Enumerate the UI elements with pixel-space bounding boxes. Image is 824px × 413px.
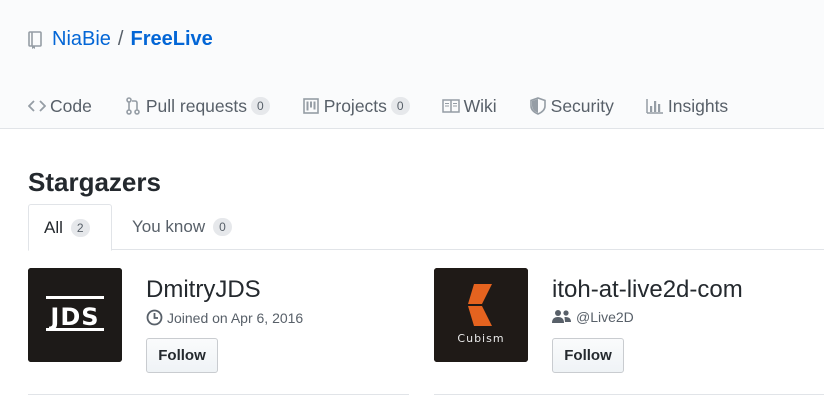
repo-header: NiaBie / FreeLive Code Pull requests 0 P… [0, 0, 824, 129]
avatar[interactable]: Cubism [434, 268, 528, 362]
repo-title: NiaBie / FreeLive [28, 28, 213, 51]
pull-request-icon [124, 97, 142, 115]
nav-tab-label: Insights [667, 95, 729, 116]
nav-tab-label: Projects [323, 95, 387, 116]
nav-tab-pull-requests[interactable]: Pull requests 0 [124, 96, 270, 117]
repo-nav: Code Pull requests 0 Projects 0 Wiki Sec… [28, 92, 760, 120]
joined-date-text: Joined on Apr 6, 2016 [167, 309, 304, 326]
nav-tab-insights[interactable]: Insights [646, 96, 728, 117]
page-title: Stargazers [28, 167, 161, 197]
tab-label: All [44, 217, 63, 237]
user-meta: Joined on Apr 6, 2016 [146, 309, 303, 326]
pull-requests-counter: 0 [251, 97, 270, 115]
user-name-link[interactable]: DmitryJDS [146, 276, 261, 304]
organization-text: @Live2D [576, 309, 634, 325]
nav-tab-wiki[interactable]: Wiki [441, 95, 497, 117]
nav-tab-code[interactable]: Code [28, 96, 92, 117]
clock-icon [146, 309, 163, 326]
graph-icon [646, 97, 664, 115]
stargazer-card: JDS DmitryJDS Joined on Apr 6, 2016 Foll… [28, 268, 409, 395]
tab-you-know[interactable]: You know 0 [132, 204, 232, 250]
repo-icon [28, 29, 44, 51]
nav-tab-label: Pull requests [145, 95, 248, 116]
avatar-logo-text: Cubism [457, 332, 504, 345]
projects-counter: 0 [390, 97, 410, 115]
nav-tab-label: Security [550, 95, 614, 116]
code-icon [28, 97, 46, 115]
user-meta: @Live2D [552, 309, 634, 325]
project-icon [302, 97, 320, 115]
nav-tab-security[interactable]: Security [529, 96, 614, 117]
user-name-link[interactable]: itoh-at-live2d-com [552, 276, 743, 304]
tab-you-know-counter: 0 [213, 218, 232, 236]
nav-tab-label: Code [50, 95, 92, 116]
nav-tab-label: Wiki [463, 95, 497, 116]
stargazer-card: Cubism itoh-at-live2d-com @Live2D Follow [434, 268, 824, 395]
book-icon [441, 97, 460, 115]
nav-tab-projects[interactable]: Projects 0 [302, 96, 410, 117]
organization-icon [552, 309, 572, 325]
avatar-logo-text: JDS [48, 303, 99, 331]
shield-icon [529, 97, 547, 115]
tab-label: You know [132, 217, 206, 236]
repo-path-separator: / [117, 28, 124, 50]
follow-button[interactable]: Follow [146, 338, 218, 373]
follow-button[interactable]: Follow [552, 338, 624, 373]
stargazers-tabs: All 2 You know 0 [28, 204, 824, 251]
tab-all[interactable]: All 2 [28, 204, 112, 251]
tab-all-counter: 2 [70, 218, 90, 237]
repo-owner-link[interactable]: NiaBie [52, 28, 111, 51]
repo-name-link[interactable]: FreeLive [130, 28, 212, 51]
avatar[interactable]: JDS [28, 268, 122, 362]
